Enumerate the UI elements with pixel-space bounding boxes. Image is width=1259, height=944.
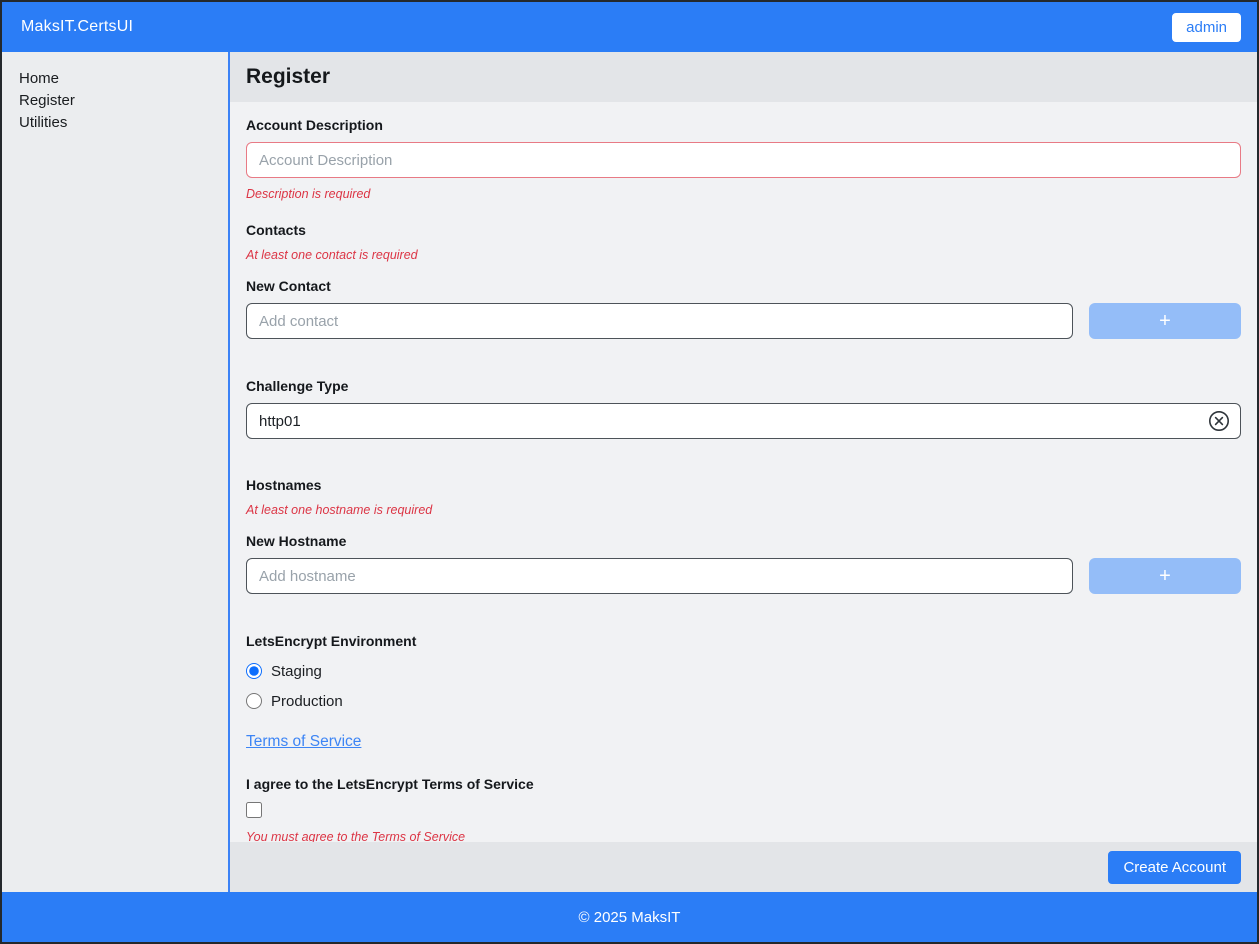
production-radio[interactable] [246, 693, 262, 709]
agree-tos-label: I agree to the LetsEncrypt Terms of Serv… [246, 777, 1241, 792]
plus-icon: + [1159, 310, 1171, 332]
environment-option-production: Production [246, 691, 1241, 711]
register-form: Account Description Description is requi… [230, 102, 1257, 842]
circle-x-icon [1208, 410, 1230, 432]
page-footer: © 2025 MaksIT [2, 892, 1257, 942]
add-contact-button[interactable]: + [1089, 303, 1241, 339]
app-brand: MaksIT.CertsUI [21, 18, 133, 36]
page-title: Register [246, 65, 330, 89]
new-contact-input[interactable] [246, 303, 1073, 339]
clear-selection-button[interactable] [1207, 409, 1231, 433]
create-account-button[interactable]: Create Account [1108, 851, 1241, 884]
production-radio-label[interactable]: Production [271, 693, 343, 710]
new-hostname-label: New Hostname [246, 534, 1241, 549]
environment-radio-group: Staging Production [246, 661, 1241, 711]
sidebar-item-register[interactable]: Register [19, 90, 228, 112]
top-navbar: MaksIT.CertsUI admin [2, 2, 1257, 52]
add-hostname-button[interactable]: + [1089, 558, 1241, 594]
account-description-input[interactable] [246, 142, 1241, 178]
form-footer: Create Account [230, 842, 1257, 892]
challenge-type-combobox [246, 403, 1241, 439]
sidebar-item-home[interactable]: Home [19, 68, 228, 90]
admin-user-button[interactable]: admin [1172, 13, 1241, 42]
account-description-label: Account Description [246, 118, 1241, 133]
plus-icon: + [1159, 565, 1171, 587]
content-row: Home Register Utilities Register Account… [2, 52, 1257, 892]
new-hostname-input[interactable] [246, 558, 1073, 594]
new-contact-label: New Contact [246, 279, 1241, 294]
agree-tos-error: You must agree to the Terms of Service [246, 830, 1241, 842]
copyright-text: © 2025 MaksIT [579, 909, 681, 926]
terms-of-service-link[interactable]: Terms of Service [246, 733, 361, 751]
environment-label: LetsEncrypt Environment [246, 634, 1241, 649]
hostnames-heading: Hostnames [246, 477, 1241, 493]
agree-tos-checkbox[interactable] [246, 802, 262, 818]
challenge-type-input[interactable] [246, 403, 1241, 439]
hostnames-error: At least one hostname is required [246, 503, 1241, 518]
sidebar-item-utilities[interactable]: Utilities [19, 112, 228, 134]
register-card: Register Account Description Description… [230, 52, 1257, 892]
new-hostname-row: + [246, 558, 1241, 594]
contacts-error: At least one contact is required [246, 248, 1241, 263]
challenge-type-label: Challenge Type [246, 379, 1241, 394]
new-contact-row: + [246, 303, 1241, 339]
page-header: Register [230, 52, 1257, 102]
staging-radio[interactable] [246, 663, 262, 679]
sidebar-nav: Home Register Utilities [2, 52, 230, 892]
app-window: MaksIT.CertsUI admin Home Register Utili… [0, 0, 1259, 944]
staging-radio-label[interactable]: Staging [271, 663, 322, 680]
account-description-error: Description is required [246, 187, 1241, 202]
contacts-heading: Contacts [246, 222, 1241, 238]
environment-option-staging: Staging [246, 661, 1241, 681]
